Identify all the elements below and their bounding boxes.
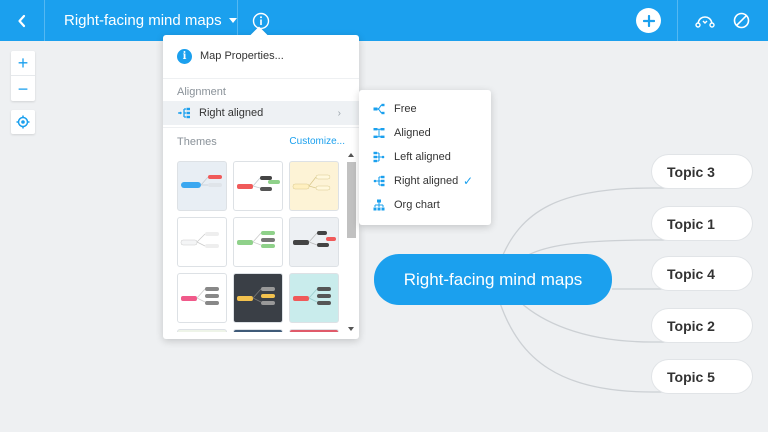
alignment-item[interactable]: Right aligned › xyxy=(163,101,359,125)
theme-thumbnail[interactable] xyxy=(177,217,227,267)
alignment-option-right-aligned[interactable]: Right aligned ✓ xyxy=(359,169,491,193)
back-icon xyxy=(18,14,26,27)
map-menu: i Map Properties... Alignment Right alig… xyxy=(163,26,359,339)
top-bar: Right-facing mind maps xyxy=(0,0,768,41)
plus-icon xyxy=(642,14,655,27)
alignment-submenu: Free Aligned Left aligned Right aligned … xyxy=(359,90,491,225)
theme-thumbnail[interactable] xyxy=(233,273,283,323)
theme-thumbnail[interactable] xyxy=(177,273,227,323)
alignment-option-left-aligned[interactable]: Left aligned xyxy=(359,145,491,169)
share-button[interactable] xyxy=(690,0,720,41)
theme-thumbnail[interactable] xyxy=(289,217,339,267)
zoom-controls: + − xyxy=(11,51,35,101)
free-layout-icon xyxy=(373,103,385,115)
theme-thumbnail[interactable] xyxy=(233,217,283,267)
disable-button[interactable] xyxy=(726,0,756,41)
divider xyxy=(677,0,678,41)
zoom-out-button[interactable]: − xyxy=(11,76,35,101)
root-topic[interactable]: Right-facing mind maps xyxy=(374,254,612,305)
alignment-current-label: Right aligned xyxy=(199,107,264,119)
menu-divider xyxy=(163,78,359,79)
center-map-button[interactable] xyxy=(11,110,35,134)
left-aligned-label: Left aligned xyxy=(394,151,451,163)
topic-node[interactable]: Topic 3 xyxy=(652,155,752,188)
alignment-option-free[interactable]: Free xyxy=(359,97,491,121)
scroll-up-icon[interactable] xyxy=(348,153,354,157)
add-topic-button[interactable] xyxy=(636,8,661,33)
right-aligned-label: Right aligned xyxy=(394,175,459,187)
topic-node[interactable]: Topic 1 xyxy=(652,207,752,240)
zoom-in-button[interactable]: + xyxy=(11,51,35,76)
themes-header: Themes xyxy=(177,136,217,148)
check-icon: ✓ xyxy=(463,174,474,188)
org-chart-icon xyxy=(373,199,385,211)
org-chart-label: Org chart xyxy=(394,199,440,211)
theme-thumbnail[interactable] xyxy=(289,273,339,323)
right-aligned-icon xyxy=(373,175,385,187)
scroll-down-icon[interactable] xyxy=(348,327,354,331)
info-icon xyxy=(252,12,270,29)
theme-thumbnail[interactable] xyxy=(289,161,339,211)
left-aligned-icon xyxy=(373,151,385,163)
share-icon xyxy=(695,15,715,28)
alignment-header: Alignment xyxy=(177,86,226,98)
theme-thumbnail[interactable] xyxy=(177,161,227,211)
map-properties-item[interactable]: i Map Properties... xyxy=(163,43,359,69)
aligned-layout-icon xyxy=(373,127,385,139)
back-button[interactable] xyxy=(0,0,45,41)
alignment-option-aligned[interactable]: Aligned xyxy=(359,121,491,145)
aligned-label: Aligned xyxy=(394,127,431,139)
themes-scrollbar[interactable] xyxy=(347,153,356,331)
alignment-option-org-chart[interactable]: Org chart xyxy=(359,193,491,217)
topic-node[interactable]: Topic 4 xyxy=(652,257,752,290)
customize-link[interactable]: Customize... xyxy=(289,136,345,147)
block-icon xyxy=(733,12,749,29)
free-label: Free xyxy=(394,103,417,115)
scroll-thumb[interactable] xyxy=(347,162,356,238)
theme-thumbnail[interactable] xyxy=(233,329,283,332)
right-aligned-icon xyxy=(178,107,190,119)
theme-thumbnail[interactable] xyxy=(233,161,283,211)
info-icon: i xyxy=(177,48,192,64)
map-properties-label: Map Properties... xyxy=(200,50,284,62)
theme-thumbnail[interactable] xyxy=(289,329,339,332)
menu-divider xyxy=(163,127,359,128)
map-title: Right-facing mind maps xyxy=(64,12,222,29)
caret-down-icon xyxy=(228,18,237,23)
theme-thumbnail[interactable] xyxy=(177,329,227,332)
topic-node[interactable]: Topic 5 xyxy=(652,360,752,393)
locate-icon xyxy=(16,115,30,129)
themes-grid xyxy=(177,161,341,332)
chevron-right-icon: › xyxy=(337,108,341,119)
topic-node[interactable]: Topic 2 xyxy=(652,309,752,342)
